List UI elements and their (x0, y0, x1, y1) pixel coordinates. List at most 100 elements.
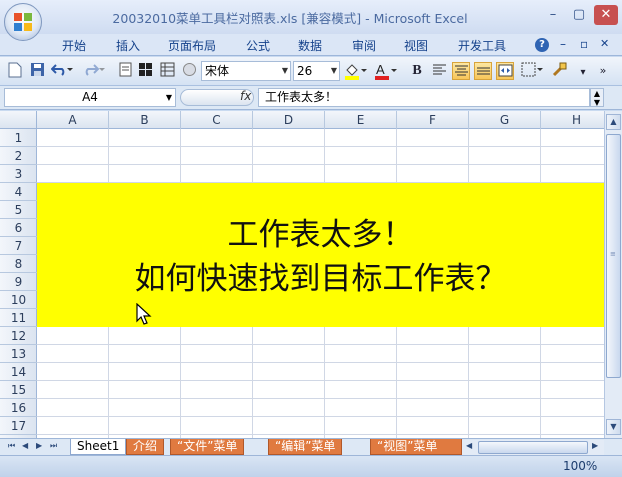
help-icon[interactable]: ? (535, 38, 549, 52)
row-header[interactable]: 1 (0, 129, 37, 147)
close-button[interactable]: ✕ (594, 5, 618, 25)
column-header[interactable]: D (253, 111, 325, 129)
tab-page-layout[interactable]: 页面布局 (168, 37, 216, 54)
column-header[interactable]: H (541, 111, 604, 129)
print-preview-icon[interactable] (116, 62, 134, 80)
gridline (37, 146, 604, 147)
formula-input[interactable]: 工作表太多！ (258, 88, 590, 107)
tab-developer[interactable]: 开发工具 (458, 37, 506, 54)
sheet-tab-file-menu[interactable]: “文件”菜单 (170, 439, 245, 455)
font-name-select[interactable]: 宋体 ▼ (201, 61, 291, 81)
last-sheet-icon[interactable]: ⏭ (50, 441, 57, 451)
save-icon[interactable] (28, 62, 46, 80)
doc-restore-button[interactable]: ▫ (580, 37, 588, 51)
doc-minimize-button[interactable]: – (560, 37, 566, 51)
sheet-tab-edit-menu[interactable]: “编辑”菜单 (268, 439, 343, 455)
name-box[interactable]: A4 ▼ (4, 88, 176, 107)
horizontal-scroll-thumb[interactable] (478, 441, 588, 454)
column-headers: A B C D E F G H (37, 111, 604, 129)
zoom-level[interactable]: 100% (563, 459, 597, 473)
maximize-button[interactable]: ▢ (568, 5, 590, 25)
undo-icon[interactable] (50, 62, 74, 80)
worksheet-grid[interactable]: A B C D E F G H 1 2 3 4 5 6 7 8 9 10 11 … (0, 111, 604, 438)
first-sheet-icon[interactable]: ⏮ (8, 441, 15, 451)
row-header[interactable]: 12 (0, 327, 37, 345)
doc-close-button[interactable]: ✕ (600, 37, 609, 50)
scroll-down-icon[interactable]: ▼ (606, 419, 621, 435)
merged-cell-a4[interactable]: 工作表太多！ 如何快速找到目标工作表？ (37, 183, 604, 327)
tab-home[interactable]: 开始 (62, 37, 86, 54)
row-header[interactable]: 14 (0, 363, 37, 381)
gridline (37, 380, 604, 381)
circle-shape-icon[interactable] (180, 62, 198, 80)
gridline (37, 416, 604, 417)
scroll-up-icon[interactable]: ▲ (606, 114, 621, 130)
font-size-value: 26 (297, 64, 313, 78)
format-painter-icon[interactable] (550, 62, 568, 80)
gridline (37, 398, 604, 399)
font-size-select[interactable]: 26 ▼ (293, 61, 340, 81)
sheet-tab-bar: ⏮ ◀ ▶ ⏭ Sheet1 介绍 “文件”菜单 “编辑”菜单 “视图”菜单 ◀… (0, 438, 622, 455)
font-color-icon[interactable]: A (373, 62, 399, 80)
row-header[interactable]: 9 (0, 273, 37, 291)
tab-data[interactable]: 数据 (298, 37, 322, 54)
row-header[interactable]: 5 (0, 201, 37, 219)
column-header[interactable]: G (469, 111, 541, 129)
row-header[interactable]: 2 (0, 147, 37, 165)
sheet-tab-view-menu[interactable]: “视图”菜单 (370, 439, 462, 455)
freeze-panes-icon[interactable] (136, 62, 154, 80)
row-header[interactable]: 11 (0, 309, 37, 327)
merge-center-icon[interactable] (496, 62, 514, 80)
column-header[interactable]: F (397, 111, 469, 129)
bold-button[interactable]: B (408, 62, 426, 80)
align-center-icon[interactable] (452, 62, 470, 80)
office-button[interactable] (4, 3, 42, 41)
row-header[interactable]: 4 (0, 183, 37, 201)
row-header[interactable]: 15 (0, 381, 37, 399)
row-header[interactable]: 16 (0, 399, 37, 417)
borders-grid-icon[interactable] (158, 62, 176, 80)
vertical-scrollbar[interactable]: ▲ ≡ ▼ (604, 111, 622, 438)
select-all-corner[interactable] (0, 111, 37, 129)
more-options-icon[interactable]: ▾ (574, 62, 592, 80)
align-middle-icon[interactable] (474, 62, 492, 80)
merged-cell-text: 工作表太多！ 如何快速找到目标工作表？ (37, 213, 604, 301)
vertical-scroll-thumb[interactable]: ≡ (606, 134, 621, 378)
new-document-icon[interactable] (6, 62, 24, 80)
toolbar-overflow-button[interactable]: » (594, 62, 612, 80)
tab-review[interactable]: 审阅 (352, 37, 376, 54)
column-header[interactable]: C (181, 111, 253, 129)
row-header[interactable]: 3 (0, 165, 37, 183)
gridline (37, 344, 604, 345)
horizontal-scrollbar[interactable]: ◀ ▶ (462, 440, 604, 455)
expand-formula-bar-icon[interactable]: ▲ ▼ (590, 88, 604, 107)
row-header[interactable]: 7 (0, 237, 37, 255)
column-header[interactable]: E (325, 111, 397, 129)
sheet-tab-intro[interactable]: 介绍 (126, 439, 165, 455)
tab-view[interactable]: 视图 (404, 37, 428, 54)
office-logo-icon (14, 13, 32, 31)
svg-text:A: A (376, 62, 385, 77)
insert-function-icon[interactable]: fx (240, 89, 251, 103)
row-header[interactable]: 17 (0, 417, 37, 435)
minimize-button[interactable]: – (542, 5, 564, 25)
column-header[interactable]: B (109, 111, 181, 129)
gridline (37, 362, 604, 363)
sheet-tab-sheet1[interactable]: Sheet1 (70, 439, 127, 455)
row-header[interactable]: 13 (0, 345, 37, 363)
row-header[interactable]: 6 (0, 219, 37, 237)
column-header[interactable]: A (37, 111, 109, 129)
scroll-right-icon[interactable]: ▶ (592, 441, 598, 450)
cell-borders-icon[interactable] (520, 62, 544, 80)
row-header[interactable]: 10 (0, 291, 37, 309)
tab-formulas[interactable]: 公式 (246, 37, 270, 54)
formula-bar: A4 ▼ fx 工作表太多！ ▲ ▼ (0, 86, 622, 110)
next-sheet-icon[interactable]: ▶ (36, 441, 42, 450)
scroll-left-icon[interactable]: ◀ (466, 441, 472, 450)
align-left-icon[interactable] (430, 62, 448, 80)
tab-insert[interactable]: 插入 (116, 37, 140, 54)
fill-color-icon[interactable] (343, 62, 369, 80)
prev-sheet-icon[interactable]: ◀ (22, 441, 28, 450)
redo-icon[interactable] (82, 62, 106, 80)
row-header[interactable]: 8 (0, 255, 37, 273)
